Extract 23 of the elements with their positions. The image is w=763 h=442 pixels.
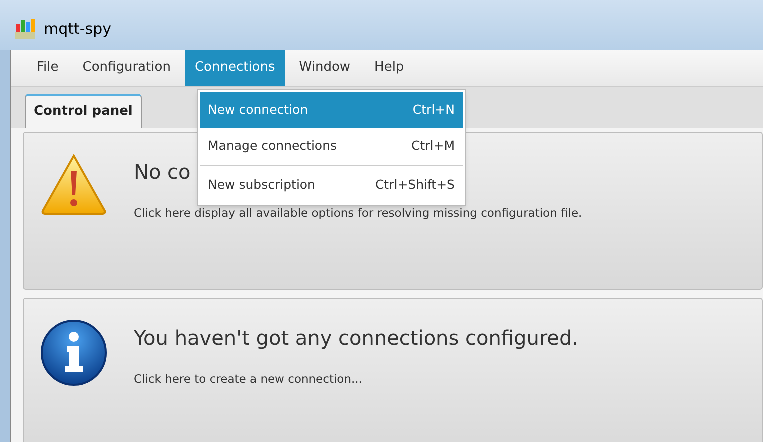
menu-bar-item[interactable]: Help xyxy=(364,50,414,86)
info-icon xyxy=(40,319,108,387)
menu-bar-item[interactable]: Configuration xyxy=(72,50,181,86)
menu-item[interactable]: New connection Ctrl+N xyxy=(200,92,463,128)
menu-item[interactable]: New subscription Ctrl+Shift+S xyxy=(200,167,463,203)
tab[interactable]: Control panel xyxy=(25,94,142,128)
menu-item-label: Manage connections xyxy=(208,136,338,155)
menu-bar-item[interactable]: Connections xyxy=(184,50,286,86)
panel-description: Click here to create a new connection... xyxy=(134,371,362,388)
menu-bar-item[interactable]: File xyxy=(27,50,69,86)
shortcut-label: Ctrl+Shift+S xyxy=(375,176,455,194)
panel-description: Click here display all available options for resolving missing configuration file. xyxy=(134,205,582,222)
panel-heading: You haven't got any connections configured. xyxy=(134,325,579,352)
warning-icon xyxy=(40,153,108,215)
menu-bar-item[interactable]: Window xyxy=(289,50,361,86)
app-logo-icon xyxy=(14,18,36,40)
menu-item-label: New connection xyxy=(208,100,308,119)
window-title: mqtt-spy xyxy=(44,19,112,40)
menu-item-label: New subscription xyxy=(208,176,316,194)
shortcut-label: Ctrl+N xyxy=(412,100,455,119)
message-panel[interactable]: You haven't got any connections configured. Click here to create a new connection... xyxy=(23,298,763,442)
panel-heading: No co xyxy=(134,159,191,186)
shortcut-label: Ctrl+M xyxy=(412,136,455,155)
